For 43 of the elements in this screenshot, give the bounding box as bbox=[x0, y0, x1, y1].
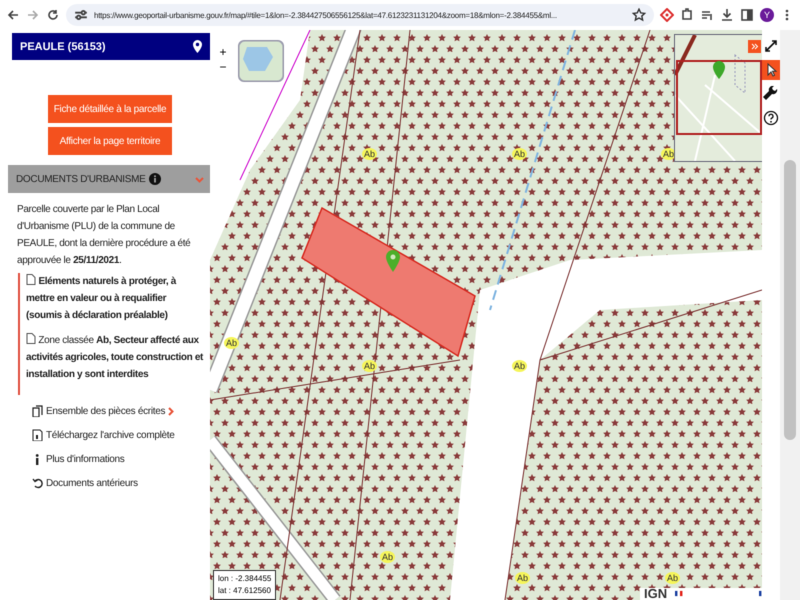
address-bar[interactable]: https://www.geoportail-urbanisme.gouv.fr/map/#tile=1&lon=-2.384427506556125&lat=47.6123231131204&zoom=18&mlon=-2.384455&ml... bbox=[66, 4, 654, 26]
map-tool-button[interactable] bbox=[762, 108, 780, 128]
scrollbar[interactable] bbox=[780, 30, 800, 600]
star-icon[interactable] bbox=[632, 8, 646, 22]
commune-title: PEAULE (56153) bbox=[20, 40, 106, 52]
diamond-icon[interactable] bbox=[660, 8, 674, 22]
scrollbar-thumb[interactable] bbox=[784, 160, 796, 440]
sidebar-icon[interactable] bbox=[740, 8, 754, 22]
file-icon bbox=[32, 429, 43, 441]
section-header[interactable]: DOCUMENTS D'URBANISME bbox=[8, 165, 210, 193]
document-link[interactable]: Téléchargez l'archive complète bbox=[32, 429, 210, 441]
document-link[interactable]: Plus d'informations bbox=[32, 453, 210, 465]
attribution-logo: IGN bbox=[644, 588, 668, 600]
info-icon[interactable] bbox=[148, 173, 161, 185]
latitude-text: lat : 47.612560 bbox=[218, 585, 272, 597]
prescription-text: Eléments naturels à protéger, à mettre en valeur ou à requalifier (soumis à déclaration préalable) bbox=[26, 273, 178, 323]
overview-minimap[interactable] bbox=[674, 34, 762, 162]
layer-thumbnail[interactable] bbox=[238, 40, 284, 82]
map-drawing[interactable] bbox=[210, 30, 762, 600]
expand-icon bbox=[763, 38, 779, 54]
document-link[interactable]: Ensemble des pièces écrites bbox=[32, 405, 210, 417]
document-icon bbox=[26, 274, 36, 285]
copy-icon bbox=[32, 405, 43, 417]
playlist-icon[interactable] bbox=[700, 8, 714, 22]
chevron-icon bbox=[168, 406, 174, 416]
back-icon[interactable] bbox=[6, 8, 20, 22]
wrench-icon bbox=[763, 86, 779, 102]
site-settings-icon[interactable] bbox=[74, 8, 88, 22]
url-text: https://www.geoportail-urbanisme.gouv.fr/map/#tile=1&lon=-2.384427506556125&lat=47.6123231131204&zoom=18&mlon=-2.384455&ml... bbox=[94, 10, 558, 20]
document-link[interactable]: Documents antérieurs bbox=[32, 477, 210, 489]
location-pin-icon bbox=[193, 40, 202, 53]
document-icon bbox=[26, 333, 36, 344]
map-marker-icon bbox=[386, 250, 400, 272]
help-icon bbox=[763, 110, 779, 126]
plu-summary: Parcelle couverte par le Plan Local d'Urbanisme (PLU) de la commune de PEAULE, dont la dernière procédure a été approuvée le 25/11/2021. bbox=[17, 203, 192, 268]
download-icon[interactable] bbox=[720, 8, 734, 22]
map-tool-button[interactable] bbox=[762, 60, 780, 80]
section-title: DOCUMENTS D'URBANISME bbox=[16, 174, 146, 184]
profile-avatar[interactable]: Y bbox=[760, 8, 774, 22]
prescription-text: Zone classée Ab, Secteur affecté aux activités agricoles, toute construction et installation y sont interdites bbox=[26, 332, 204, 382]
history-icon bbox=[32, 477, 43, 489]
longitude-text: lon : -2.384455 bbox=[218, 573, 272, 585]
reload-icon[interactable] bbox=[46, 8, 60, 22]
